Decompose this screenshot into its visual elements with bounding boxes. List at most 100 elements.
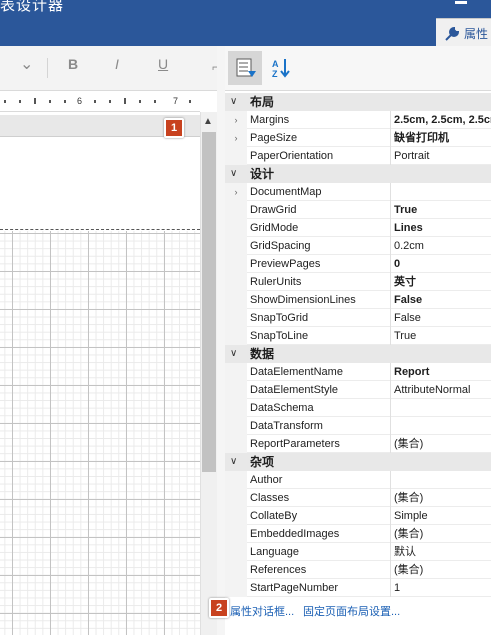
property-category[interactable]: ∨ 布局 <box>225 93 491 111</box>
property-value[interactable] <box>394 471 491 489</box>
property-name: DataElementStyle <box>250 384 339 396</box>
property-value[interactable]: 0 <box>394 255 491 273</box>
column-divider <box>390 435 391 453</box>
sort-alphabetical-icon: A Z <box>272 59 290 79</box>
title-bar: 表设计器 属性 <box>0 0 491 46</box>
property-value[interactable]: True <box>394 201 491 219</box>
collapse-chevron-icon[interactable]: ∨ <box>230 165 237 183</box>
row-gutter <box>225 381 247 399</box>
property-row[interactable]: ›Margins 2.5cm, 2.5cm, 2.5cm, 2.5cm <box>225 111 491 129</box>
row-gutter <box>225 399 247 417</box>
property-row[interactable]: Classes (集合) <box>225 489 491 507</box>
design-grid[interactable] <box>0 231 200 635</box>
property-name: GridMode <box>250 222 299 234</box>
collapse-chevron-icon[interactable]: ∨ <box>230 453 237 471</box>
property-row[interactable]: RulerUnits 英寸 <box>225 273 491 291</box>
underline-button[interactable]: U <box>158 56 168 72</box>
property-row[interactable]: › DocumentMap <box>225 183 491 201</box>
property-row[interactable]: DrawGrid True <box>225 201 491 219</box>
property-category[interactable]: ∨ 数据 <box>225 345 491 363</box>
report-design-surface[interactable]: 1 <box>0 112 200 635</box>
property-row[interactable]: GridSpacing 0.2cm <box>225 237 491 255</box>
property-category[interactable]: ∨ 杂项 <box>225 453 491 471</box>
property-value[interactable]: Lines <box>394 219 491 237</box>
properties-tab[interactable]: 属性 <box>436 18 491 46</box>
column-divider <box>390 507 391 525</box>
property-value[interactable] <box>394 183 491 201</box>
property-name: CollateBy <box>250 510 298 522</box>
ruler-tick <box>19 100 21 103</box>
font-dropdown-chevron-icon[interactable]: ⌄ <box>20 54 33 74</box>
property-row[interactable]: GridMode Lines <box>225 219 491 237</box>
minimize-button[interactable] <box>455 1 467 4</box>
scrollbar-thumb[interactable] <box>202 132 216 472</box>
property-value[interactable] <box>394 417 491 435</box>
band-separator <box>0 229 200 230</box>
property-value[interactable]: 2.5cm, 2.5cm, 2.5cm, 2.5cm <box>394 111 491 129</box>
property-row[interactable]: StartPageNumber 1 <box>225 579 491 597</box>
format-toolbar: ⌄ B I U ⌐ <box>0 46 225 91</box>
expand-chevron-icon[interactable]: › <box>225 129 247 147</box>
property-row[interactable]: DataElementStyle AttributeNormal <box>225 381 491 399</box>
property-value[interactable]: (集合) <box>394 525 491 543</box>
property-value[interactable]: Report <box>394 363 491 381</box>
scroll-up-arrow-icon[interactable]: ▲ <box>203 116 213 127</box>
fixed-page-layout-link[interactable]: 固定页面布局设置... <box>303 603 400 619</box>
property-value[interactable]: AttributeNormal <box>394 381 491 399</box>
row-gutter <box>225 219 247 237</box>
category-label: 杂项 <box>250 455 275 469</box>
collapse-chevron-icon[interactable]: ∨ <box>230 345 237 363</box>
property-value[interactable]: 0.2cm <box>394 237 491 255</box>
property-row[interactable]: ReportParameters (集合) <box>225 435 491 453</box>
property-row[interactable]: PaperOrientation Portrait <box>225 147 491 165</box>
property-value[interactable]: (集合) <box>394 561 491 579</box>
ruler-tick <box>124 98 126 104</box>
property-value[interactable]: 英寸 <box>394 273 491 291</box>
bold-button[interactable]: B <box>68 56 78 72</box>
property-value[interactable]: 1 <box>394 579 491 597</box>
alphabetical-view-button[interactable]: A Z <box>265 51 299 85</box>
column-divider <box>390 561 391 579</box>
property-value[interactable]: (集合) <box>394 435 491 453</box>
expand-chevron-icon[interactable]: › <box>225 183 247 201</box>
ruler-label-6: 6 <box>77 96 83 106</box>
property-value[interactable]: 默认 <box>394 543 491 561</box>
property-row[interactable]: DataSchema <box>225 399 491 417</box>
properties-dialog-link[interactable]: 属性对话框... <box>230 603 294 619</box>
property-row[interactable]: DataTransform <box>225 417 491 435</box>
italic-button[interactable]: I <box>115 56 119 72</box>
collapse-chevron-icon[interactable]: ∨ <box>230 93 237 111</box>
categorized-view-button[interactable] <box>228 51 262 85</box>
property-value[interactable]: Portrait <box>394 147 491 165</box>
property-name: ShowDimensionLines <box>250 294 356 306</box>
property-row[interactable]: EmbeddedImages (集合) <box>225 525 491 543</box>
property-value[interactable]: Simple <box>394 507 491 525</box>
property-value[interactable]: False <box>394 309 491 327</box>
property-name: References <box>250 564 307 576</box>
page-header-band[interactable]: 1 <box>0 115 200 138</box>
row-gutter <box>225 507 247 525</box>
expand-chevron-icon[interactable]: › <box>225 111 247 129</box>
property-category[interactable]: ∨ 设计 <box>225 165 491 183</box>
property-row[interactable]: Language 默认 <box>225 543 491 561</box>
property-value[interactable]: True <box>394 327 491 345</box>
property-name: Author <box>250 474 283 486</box>
property-row[interactable]: References (集合) <box>225 561 491 579</box>
column-divider <box>390 183 391 201</box>
property-value[interactable]: 缺省打印机 <box>394 129 491 147</box>
property-row[interactable]: Author <box>225 471 491 489</box>
property-value[interactable]: False <box>394 291 491 309</box>
property-row[interactable]: PreviewPages 0 <box>225 255 491 273</box>
property-row[interactable]: CollateBy Simple <box>225 507 491 525</box>
property-row[interactable]: SnapToGrid False <box>225 309 491 327</box>
property-value[interactable] <box>394 399 491 417</box>
vertical-scrollbar[interactable]: ▲ <box>200 112 217 635</box>
column-divider <box>390 201 391 219</box>
property-row[interactable]: DataElementName Report <box>225 363 491 381</box>
property-name: RulerUnits <box>250 276 302 288</box>
property-value[interactable]: (集合) <box>394 489 491 507</box>
property-row[interactable]: SnapToLine True <box>225 327 491 345</box>
pane-splitter[interactable] <box>217 46 225 635</box>
property-row[interactable]: ShowDimensionLines False <box>225 291 491 309</box>
property-row[interactable]: › PageSize 缺省打印机 <box>225 129 491 147</box>
